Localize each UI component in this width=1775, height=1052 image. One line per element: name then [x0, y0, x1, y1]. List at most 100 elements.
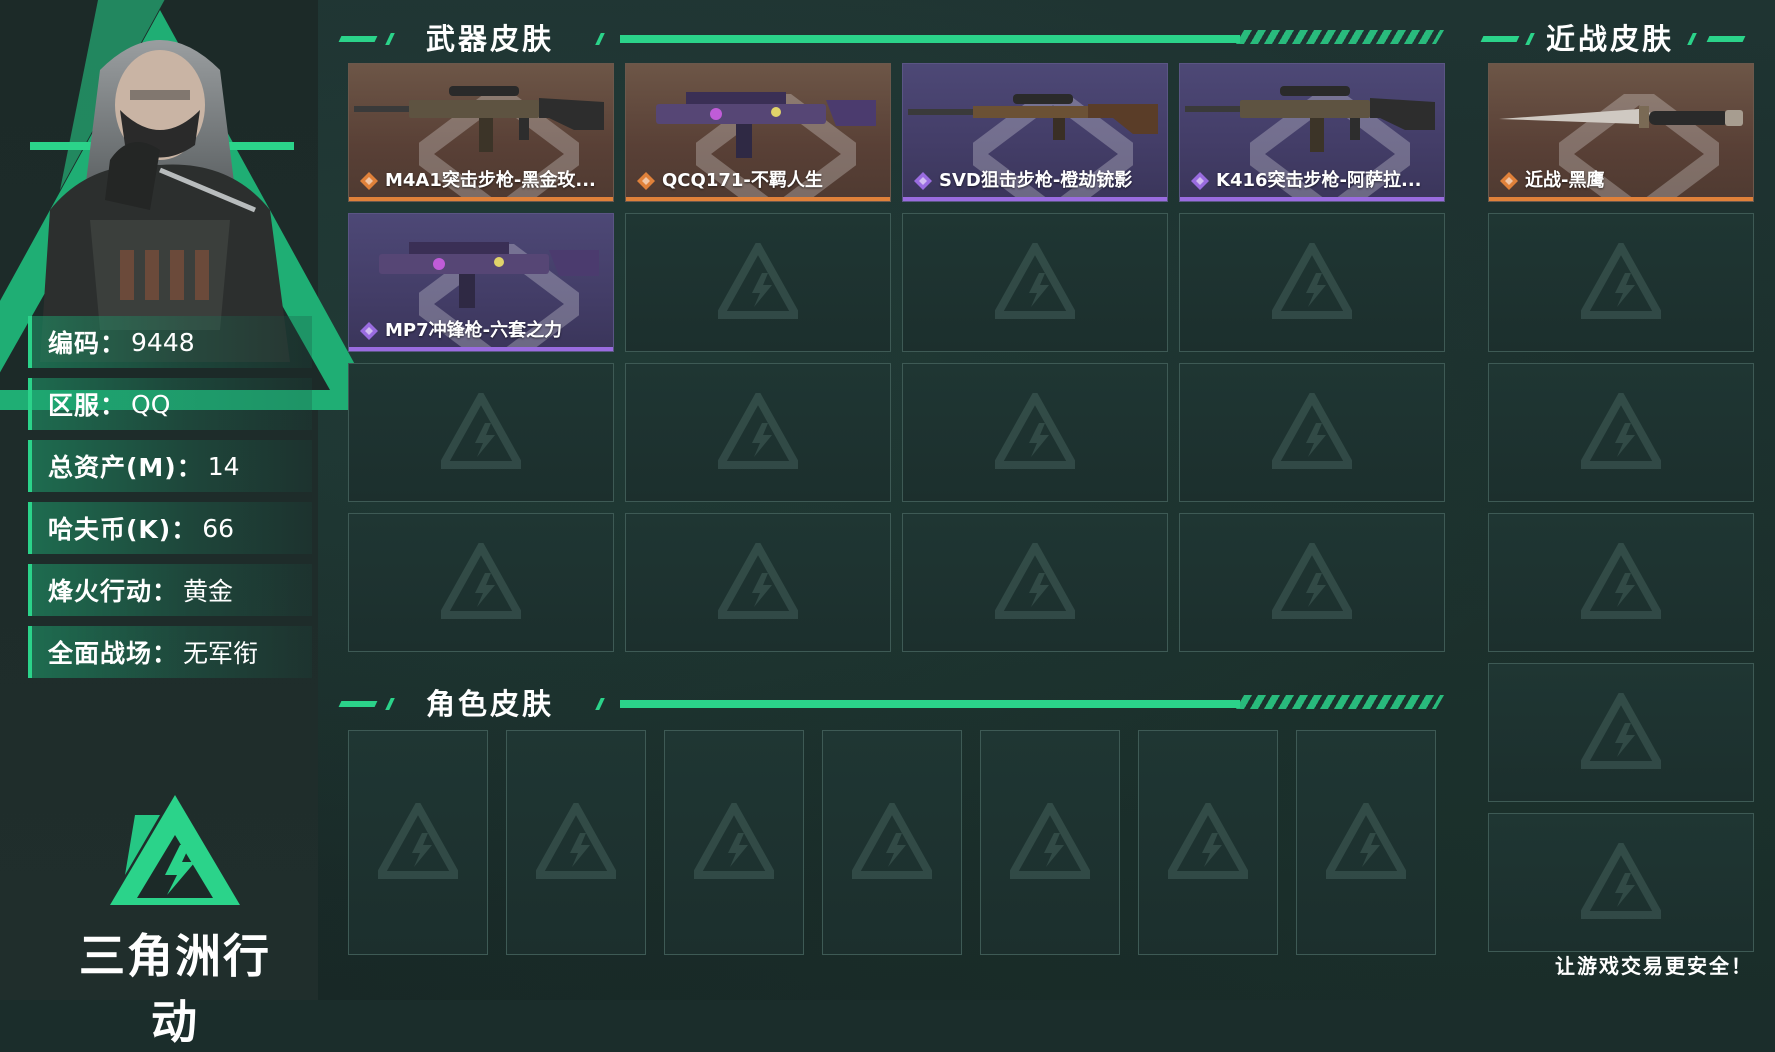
- weapon-empty-slot: [625, 513, 891, 652]
- rarity-diamond-icon: [637, 172, 655, 190]
- placeholder-logo-icon: [441, 392, 521, 469]
- rarity-bar: [1489, 197, 1753, 201]
- placeholder-logo-icon: [718, 242, 798, 319]
- sniper-icon: [908, 94, 1158, 140]
- skin-name: 近战-黑鹰: [1525, 170, 1605, 191]
- rarity-bar: [349, 197, 613, 201]
- info-value: 9448: [131, 327, 195, 357]
- weapon-skin-card[interactable]: SVD狙击步枪-橙劫铳影: [902, 63, 1168, 202]
- info-row-havoc-coins: 哈夫币(K)： 66: [28, 502, 312, 554]
- melee-empty-slot: [1488, 813, 1754, 952]
- info-key: 总资产(M): [48, 453, 177, 482]
- melee-skin-card[interactable]: 近战-黑鹰: [1488, 63, 1754, 202]
- skin-name: QCQ171-不羁人生: [662, 170, 823, 191]
- rarity-bar: [626, 197, 890, 201]
- character-empty-slot: [664, 730, 804, 955]
- info-value: 黄金: [183, 577, 234, 606]
- delta-logo-icon: [110, 795, 240, 905]
- weapon-empty-slot: [902, 513, 1168, 652]
- skin-name: K416突击步枪-阿萨拉...: [1216, 170, 1422, 191]
- placeholder-logo-icon: [1272, 242, 1352, 319]
- placeholder-logo-icon: [718, 542, 798, 619]
- tagline: 让游戏交易更安全！: [1555, 954, 1753, 978]
- weapon-empty-slot: [348, 363, 614, 502]
- rarity-diamond-icon: [1500, 172, 1518, 190]
- placeholder-logo-icon: [694, 802, 774, 879]
- weapon-empty-slot: [348, 513, 614, 652]
- weapon-skin-card[interactable]: M4A1突击步枪-黑金玫...: [348, 63, 614, 202]
- placeholder-logo-icon: [995, 392, 1075, 469]
- skin-name: MP7冲锋枪-六套之力: [385, 320, 563, 341]
- rarity-diamond-icon: [1191, 172, 1209, 190]
- account-panel: 编码： 9448 区服： QQ 总资产(M)： 14 哈夫币(K)： 66 烽火行动：黄…: [0, 0, 380, 1049]
- rifle-icon: [354, 86, 604, 152]
- placeholder-logo-icon: [378, 802, 458, 879]
- info-separator: ：: [171, 515, 197, 544]
- rifle-icon: [1185, 86, 1435, 152]
- placeholder-logo-icon: [1581, 542, 1661, 619]
- character-empty-slot: [980, 730, 1120, 955]
- info-key: 区服: [48, 391, 101, 420]
- placeholder-logo-icon: [441, 542, 521, 619]
- character-empty-slot: [822, 730, 962, 955]
- info-separator: ：: [100, 329, 126, 358]
- info-key: 编码: [48, 329, 101, 358]
- placeholder-logo-icon: [1581, 242, 1661, 319]
- info-row-warfare-rank: 全面战场：无军衔: [28, 626, 312, 678]
- info-key: 哈夫币(K): [48, 515, 172, 544]
- info-separator: ：: [100, 391, 126, 420]
- weapon-empty-slot: [625, 213, 891, 352]
- weapon-empty-slot: [1179, 213, 1445, 352]
- melee-section-title: 近战皮肤: [1546, 22, 1675, 56]
- weapon-section-title: 武器皮肤: [426, 22, 555, 56]
- weapon-empty-slot: [902, 213, 1168, 352]
- weapon-empty-slot: [902, 363, 1168, 502]
- weapon-empty-slot: [1179, 513, 1445, 652]
- header-dash: [338, 36, 378, 42]
- placeholder-logo-icon: [718, 392, 798, 469]
- placeholder-logo-icon: [995, 542, 1075, 619]
- rarity-bar: [903, 197, 1167, 201]
- placeholder-logo-icon: [1326, 802, 1406, 879]
- weapon-skin-card[interactable]: K416突击步枪-阿萨拉...: [1179, 63, 1445, 202]
- header-checker: [1235, 30, 1445, 44]
- placeholder-logo-icon: [536, 802, 616, 879]
- character-empty-slot: [506, 730, 646, 955]
- smg-icon: [656, 92, 876, 158]
- header-dash: [338, 701, 378, 707]
- weapon-skin-card[interactable]: QCQ171-不羁人生: [625, 63, 891, 202]
- info-separator: ：: [152, 639, 178, 668]
- rarity-bar: [349, 347, 613, 351]
- game-logo: 三角洲行动: [60, 790, 290, 1049]
- placeholder-logo-icon: [1581, 392, 1661, 469]
- rarity-diamond-icon: [360, 172, 378, 190]
- character-empty-slot: [1296, 730, 1436, 955]
- brand-name: 三角洲行动: [79, 929, 271, 1049]
- info-key: 烽火行动: [48, 577, 153, 606]
- rarity-diamond-icon: [914, 172, 932, 190]
- info-row-total-assets: 总资产(M)： 14: [28, 440, 312, 492]
- placeholder-logo-icon: [1272, 542, 1352, 619]
- melee-empty-slot: [1488, 513, 1754, 652]
- info-key: 全面战场: [48, 639, 153, 668]
- info-row-id: 编码： 9448: [28, 316, 312, 368]
- character-section-title: 角色皮肤: [426, 687, 555, 721]
- placeholder-logo-icon: [852, 802, 932, 879]
- header-checker: [1235, 695, 1445, 709]
- weapon-empty-slot: [625, 363, 891, 502]
- info-value: QQ: [131, 389, 171, 419]
- placeholder-logo-icon: [995, 242, 1075, 319]
- info-value: 无军衔: [183, 639, 259, 668]
- weapon-skin-card[interactable]: MP7冲锋枪-六套之力: [348, 213, 614, 352]
- info-separator: ：: [176, 453, 202, 482]
- melee-empty-slot: [1488, 363, 1754, 502]
- character-empty-slot: [1138, 730, 1278, 955]
- melee-empty-slot: [1488, 213, 1754, 352]
- header-dash: [1706, 36, 1746, 42]
- header-line: [620, 700, 1240, 708]
- info-value: 66: [202, 513, 235, 543]
- rarity-diamond-icon: [360, 322, 378, 340]
- character-portrait: [30, 40, 294, 362]
- placeholder-logo-icon: [1581, 692, 1661, 769]
- info-row-server: 区服： QQ: [28, 378, 312, 430]
